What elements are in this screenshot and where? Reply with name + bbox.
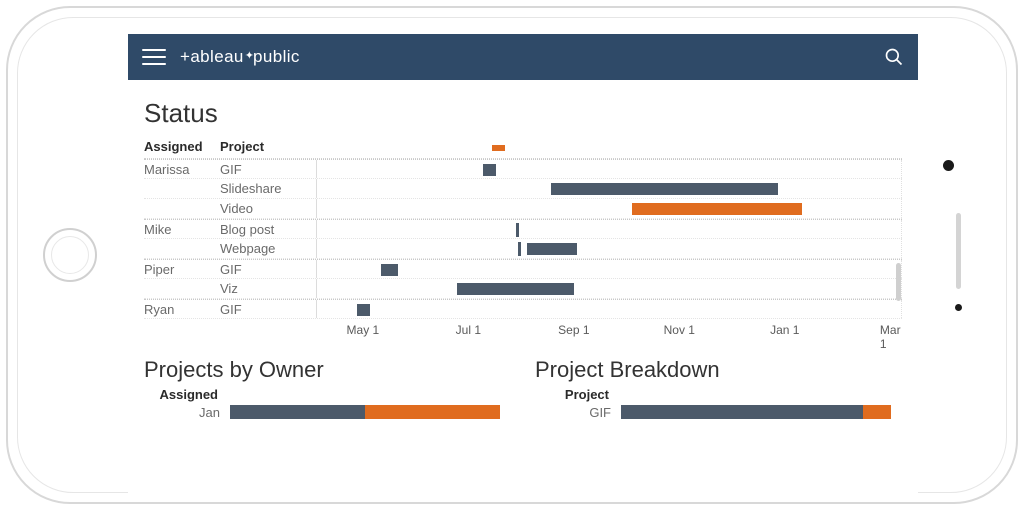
header-plot-area xyxy=(316,139,902,154)
plot-cell xyxy=(316,239,902,258)
table-row: Slideshare xyxy=(144,179,902,199)
plot-cell xyxy=(316,220,902,238)
x-axis: May 1 Jul 1 Sep 1 Nov 1 Jan 1 Mar 1 xyxy=(316,319,902,343)
axis-tick: Jul 1 xyxy=(456,323,481,337)
col-header-project: Project xyxy=(220,139,316,154)
gantt-bar[interactable] xyxy=(381,264,397,276)
gantt-bar[interactable] xyxy=(357,304,370,316)
cell-project: Slideshare xyxy=(220,181,316,196)
logo-text-1: +ableau xyxy=(180,47,244,66)
table-row: Ryan GIF xyxy=(144,299,902,319)
bar-track xyxy=(230,405,511,419)
menu-icon[interactable] xyxy=(142,49,166,65)
lower-charts: Projects by Owner Assigned Jan Project B… xyxy=(144,343,902,422)
cell-project: Viz xyxy=(220,281,316,296)
table-row: Piper GIF xyxy=(144,259,902,279)
axis-tick: Nov 1 xyxy=(664,323,695,337)
phone-camera xyxy=(943,160,954,171)
gantt-bar[interactable] xyxy=(551,183,779,195)
screen: +ableau✦public Status Assigned Project xyxy=(128,34,918,500)
cell-project: GIF xyxy=(220,302,316,317)
status-title: Status xyxy=(144,98,902,129)
plot-cell xyxy=(316,199,902,218)
gantt-bar[interactable] xyxy=(457,283,574,295)
cell-project: Blog post xyxy=(220,222,316,237)
col-header-assigned: Assigned xyxy=(144,139,220,154)
search-icon[interactable] xyxy=(884,47,904,67)
axis-tick: Jan 1 xyxy=(770,323,799,337)
plot-cell xyxy=(316,300,902,318)
mini-col-header: Project xyxy=(535,387,621,402)
cell-assigned: Piper xyxy=(144,262,220,277)
top-bar: +ableau✦public xyxy=(128,34,918,80)
projects-by-owner-title: Projects by Owner xyxy=(144,357,511,383)
logo-dots-icon: ✦ xyxy=(245,50,252,62)
plot-cell xyxy=(316,260,902,278)
cell-assigned: Mike xyxy=(144,222,220,237)
header-orange-mark xyxy=(492,145,505,151)
plot-cell xyxy=(316,160,902,178)
table-row: Video xyxy=(144,199,902,219)
cell-project: GIF xyxy=(220,162,316,177)
content-area[interactable]: Status Assigned Project Marissa GIF xyxy=(128,80,918,500)
axis-tick: May 1 xyxy=(347,323,380,337)
gantt-bar[interactable] xyxy=(483,164,496,176)
projects-by-owner-chart[interactable]: Projects by Owner Assigned Jan xyxy=(144,343,511,422)
cell-assigned: Ryan xyxy=(144,302,220,317)
axis-tick: Sep 1 xyxy=(558,323,589,337)
project-breakdown-chart[interactable]: Project Breakdown Project GIF xyxy=(535,343,902,422)
gantt-bar[interactable] xyxy=(632,203,801,215)
status-header-row: Assigned Project xyxy=(144,135,902,158)
list-item: GIF xyxy=(535,402,902,422)
scrollbar-thumb[interactable] xyxy=(896,263,901,301)
list-item: Jan xyxy=(144,402,511,422)
app-logo: +ableau✦public xyxy=(180,47,300,67)
bar-seg-gray[interactable] xyxy=(621,405,863,419)
row-label: Jan xyxy=(144,405,230,420)
cell-project: Video xyxy=(220,201,316,216)
bar-seg-gray[interactable] xyxy=(230,405,365,419)
project-breakdown-title: Project Breakdown xyxy=(535,357,902,383)
home-button[interactable] xyxy=(43,228,97,282)
logo-text-2: public xyxy=(253,47,300,66)
gantt-bar[interactable] xyxy=(527,243,577,255)
phone-speaker-slot xyxy=(956,213,961,289)
plot-cell xyxy=(316,279,902,298)
cell-assigned: Marissa xyxy=(144,162,220,177)
table-row: Marissa GIF xyxy=(144,159,902,179)
axis-tick: Mar 1 xyxy=(880,323,901,351)
cell-project: GIF xyxy=(220,262,316,277)
bar-track xyxy=(621,405,902,419)
status-chart[interactable]: Assigned Project Marissa GIF xyxy=(144,135,902,343)
mini-col-header: Assigned xyxy=(144,387,230,402)
gantt-body: Marissa GIF Slideshare xyxy=(144,158,902,319)
gantt-mark[interactable] xyxy=(516,223,519,237)
plot-cell xyxy=(316,179,902,198)
table-row: Viz xyxy=(144,279,902,299)
row-label: GIF xyxy=(535,405,621,420)
gantt-mark[interactable] xyxy=(518,242,521,256)
phone-frame-inner: +ableau✦public Status Assigned Project xyxy=(17,17,1007,493)
phone-sensor xyxy=(955,304,962,311)
bar-seg-orange[interactable] xyxy=(365,405,500,419)
cell-project: Webpage xyxy=(220,241,316,256)
bar-seg-orange[interactable] xyxy=(863,405,891,419)
table-row: Mike Blog post xyxy=(144,219,902,239)
table-row: Webpage xyxy=(144,239,902,259)
phone-frame: +ableau✦public Status Assigned Project xyxy=(6,6,1018,504)
